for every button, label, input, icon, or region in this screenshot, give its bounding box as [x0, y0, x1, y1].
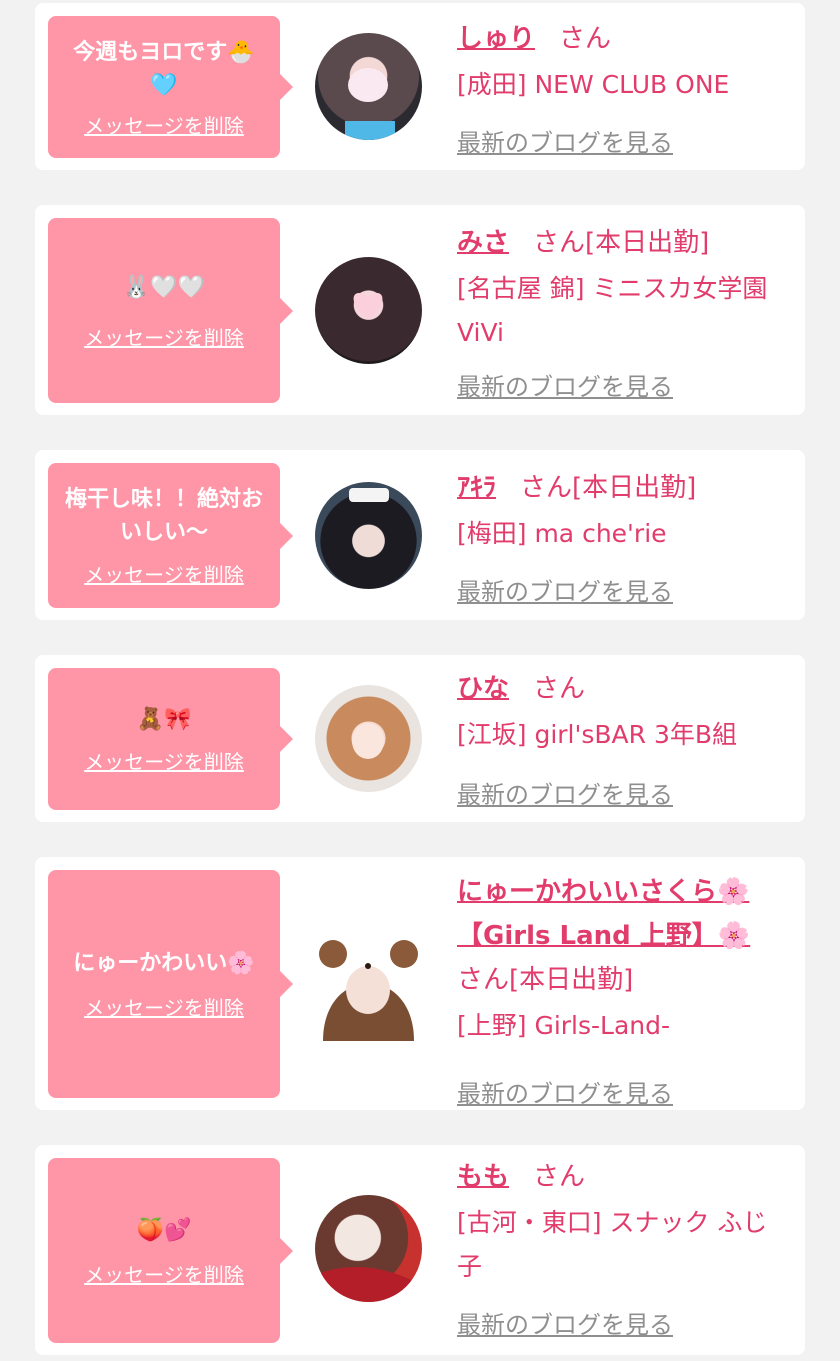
- cast-info: もも さん [古河・東口] スナック ふじ子 最新のブログを見る: [457, 1155, 785, 1339]
- message-bubble: 今週もヨロです🐣 🩵 メッセージを削除: [48, 16, 293, 158]
- name-line: ひな さん: [457, 667, 785, 711]
- avatar[interactable]: [315, 33, 422, 140]
- name-line: もも さん: [457, 1155, 785, 1199]
- on-duty-badge: [本日出勤]: [572, 473, 697, 503]
- message-text: 🍑💕: [136, 1217, 192, 1243]
- cast-info: ｱｷﾗ さん[本日出勤] [梅田] ma che'rie 最新のブログを見る: [457, 466, 785, 606]
- latest-blog-link[interactable]: 最新のブログを見る: [457, 1305, 673, 1340]
- cast-name-link[interactable]: もも: [457, 1162, 509, 1192]
- message-text: 梅干し味！！絶対おいしい〜: [64, 487, 263, 545]
- delete-message-link[interactable]: メッセージを削除: [84, 992, 244, 1021]
- shop-name: [梅田] ma che'rie: [457, 519, 667, 548]
- delete-message-link[interactable]: メッセージを削除: [84, 1259, 244, 1288]
- message-card: にゅーかわいい🌸 メッセージを削除 にゅーかわいいさくら🌸【Girls Land…: [35, 857, 805, 1110]
- on-duty-badge: [本日出勤]: [509, 965, 634, 995]
- message-bubble: 🐰🤍🤍 メッセージを削除: [48, 218, 293, 403]
- honorific: さん: [520, 473, 573, 503]
- latest-blog-link[interactable]: 最新のブログを見る: [457, 123, 673, 158]
- delete-message-link[interactable]: メッセージを削除: [84, 322, 244, 351]
- message-card: 🍑💕 メッセージを削除 もも さん [古河・東口] スナック ふじ子 最新のブログ…: [35, 1145, 805, 1355]
- avatar-photo: [315, 1267, 422, 1302]
- honorific: さん: [533, 674, 586, 704]
- shop-name: [上野] Girls-Land-: [457, 1011, 671, 1040]
- message-card: 梅干し味！！絶対おいしい〜 メッセージを削除 ｱｷﾗ さん[本日出勤] [梅田] …: [35, 450, 805, 620]
- message-text: 🐰🤍🤍: [122, 274, 206, 300]
- shop-name: [名古屋 錦] ミニスカ女学園ViVi: [457, 274, 768, 347]
- avatar-photo: [352, 723, 384, 759]
- honorific: さん: [533, 228, 586, 258]
- avatar[interactable]: [315, 482, 422, 589]
- message-card: 今週もヨロです🐣 🩵 メッセージを削除 しゅり さん [成田] NEW CLUB …: [35, 3, 805, 170]
- message-bubble: 🍑💕 メッセージを削除: [48, 1158, 293, 1343]
- avatar-photo: [353, 292, 383, 319]
- name-line: しゅり さん: [457, 17, 785, 61]
- message-bubble: 梅干し味！！絶対おいしい〜 メッセージを削除: [48, 463, 293, 608]
- bear-hood-avatar: [319, 940, 418, 1041]
- message-card: 🐰🤍🤍 メッセージを削除 みさ さん[本日出勤] [名古屋 錦] ミニスカ女学園V…: [35, 205, 805, 415]
- on-duty-badge: [本日出勤]: [585, 228, 710, 258]
- message-card: 🧸🎀 メッセージを削除 ひな さん [江坂] girl'sBAR 3年B組 最新の…: [35, 655, 805, 822]
- honorific: さん: [559, 24, 612, 54]
- message-bubble: 🧸🎀 メッセージを削除: [48, 668, 293, 810]
- avatar-photo: [349, 488, 389, 502]
- honorific: さん: [533, 1162, 586, 1192]
- message-text: 今週もヨロです🐣 🩵: [73, 39, 255, 98]
- avatar[interactable]: [315, 257, 422, 364]
- avatar[interactable]: [315, 1195, 422, 1302]
- latest-blog-link[interactable]: 最新のブログを見る: [457, 572, 673, 607]
- latest-blog-link[interactable]: 最新のブログを見る: [457, 367, 673, 402]
- cast-info: ひな さん [江坂] girl'sBAR 3年B組 最新のブログを見る: [457, 667, 785, 809]
- name-line: にゅーかわいいさくら🌸【Girls Land 上野】🌸 さん[本日出勤]: [457, 870, 785, 1002]
- honorific: さん: [457, 965, 510, 995]
- name-line: みさ さん[本日出勤]: [457, 221, 785, 265]
- shop-name: [成田] NEW CLUB ONE: [457, 70, 730, 99]
- cast-name-link[interactable]: にゅーかわいいさくら🌸【Girls Land 上野】🌸: [457, 877, 750, 951]
- cast-name-link[interactable]: ひな: [457, 674, 509, 704]
- message-text: にゅーかわいい🌸: [73, 951, 255, 976]
- cast-info: みさ さん[本日出勤] [名古屋 錦] ミニスカ女学園ViVi 最新のブログを見る: [457, 221, 785, 401]
- cast-info: にゅーかわいいさくら🌸【Girls Land 上野】🌸 さん[本日出勤] [上野]…: [457, 870, 785, 1108]
- delete-message-link[interactable]: メッセージを削除: [84, 559, 244, 588]
- cast-name-link[interactable]: しゅり: [457, 24, 535, 54]
- avatar[interactable]: [315, 934, 422, 1041]
- delete-message-link[interactable]: メッセージを削除: [84, 110, 244, 139]
- latest-blog-link[interactable]: 最新のブログを見る: [457, 775, 673, 810]
- delete-message-link[interactable]: メッセージを削除: [84, 746, 244, 775]
- shop-name: [古河・東口] スナック ふじ子: [457, 1208, 768, 1281]
- message-text: 🧸🎀: [136, 707, 192, 732]
- latest-blog-link[interactable]: 最新のブログを見る: [457, 1074, 673, 1109]
- cast-name-link[interactable]: みさ: [457, 228, 509, 258]
- avatar[interactable]: [315, 685, 422, 792]
- shop-name: [江坂] girl'sBAR 3年B組: [457, 720, 738, 749]
- cast-info: しゅり さん [成田] NEW CLUB ONE 最新のブログを見る: [457, 17, 785, 157]
- name-line: ｱｷﾗ さん[本日出勤]: [457, 466, 785, 510]
- cast-name-link[interactable]: ｱｷﾗ: [457, 473, 496, 503]
- message-bubble: にゅーかわいい🌸 メッセージを削除: [48, 870, 293, 1098]
- avatar-photo: [345, 68, 395, 140]
